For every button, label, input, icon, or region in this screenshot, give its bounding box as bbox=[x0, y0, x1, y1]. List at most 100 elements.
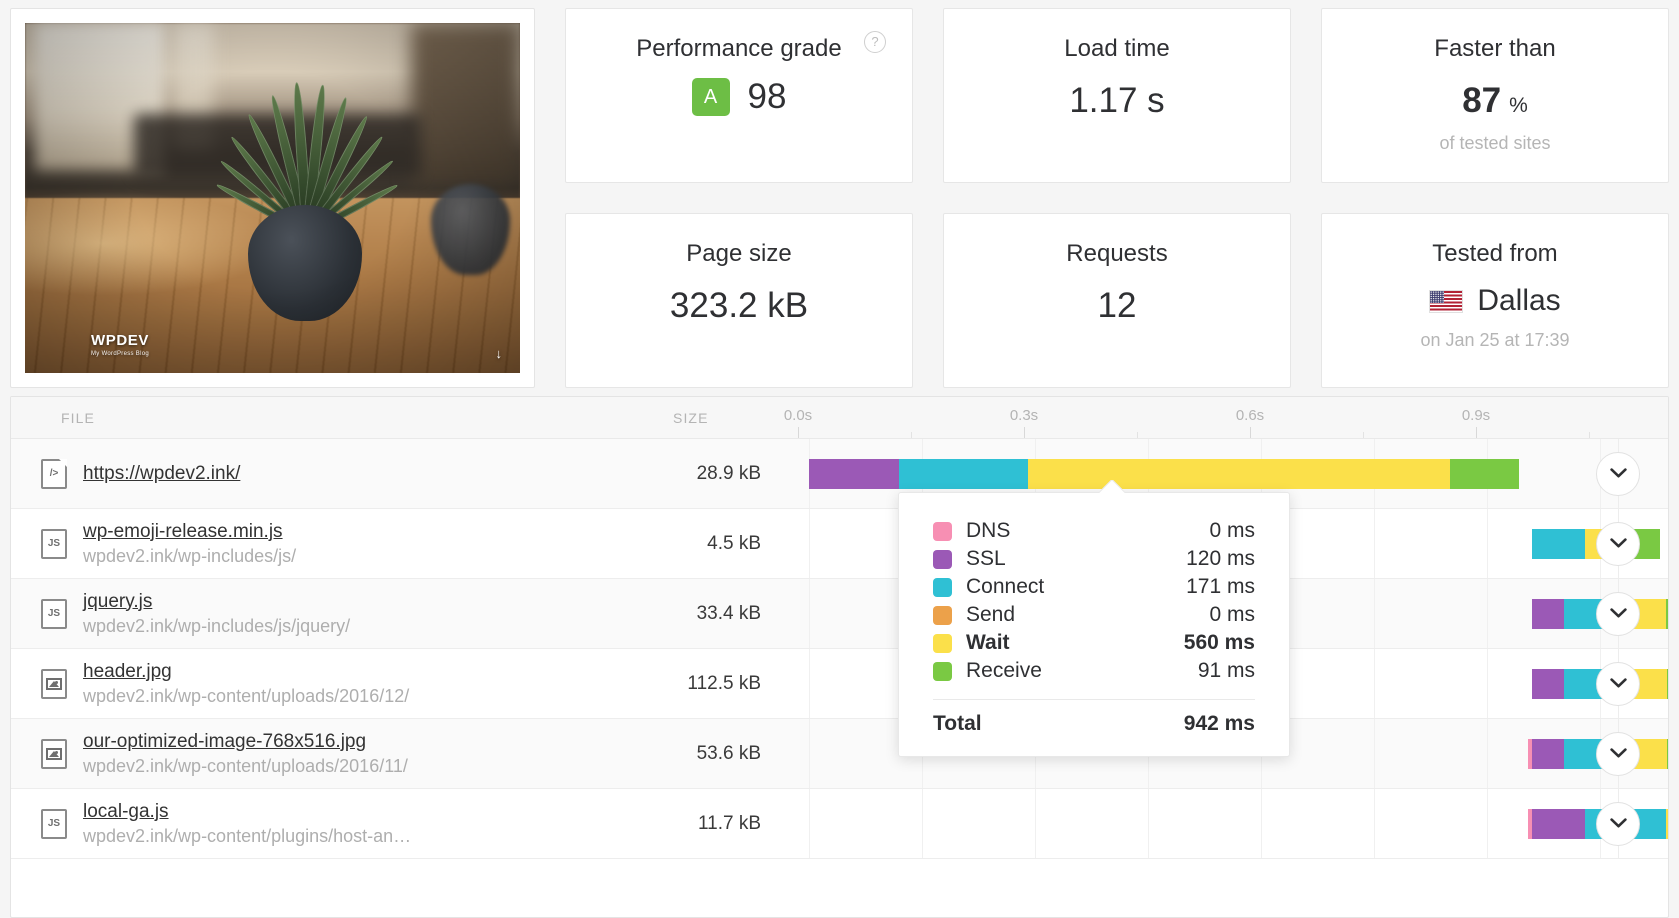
load-time-label: Load time bbox=[1064, 35, 1170, 62]
watermark-subtitle: My WordPress Blog bbox=[91, 351, 150, 357]
row-file-cell: our-optimized-image-768x516.jpg wpdev2.in… bbox=[41, 719, 641, 788]
waterfall-segment-receive[interactable] bbox=[1450, 459, 1519, 489]
phase-value: 0 ms bbox=[1209, 519, 1255, 542]
performance-grade-row: A 98 bbox=[691, 77, 786, 117]
site-screenshot[interactable]: WPDEV My WordPress Blog ↓ bbox=[25, 23, 520, 373]
phase-value: 120 ms bbox=[1186, 547, 1255, 570]
file-name-link[interactable]: wp-emoji-release.min.js bbox=[83, 521, 296, 543]
row-size-cell: 33.4 kB bbox=[696, 602, 761, 624]
grid-line bbox=[1148, 789, 1149, 858]
expand-row-button[interactable] bbox=[1596, 731, 1640, 776]
row-file-cell: JS jquery.js wpdev2.ink/wp-includes/js/jqu… bbox=[41, 579, 641, 648]
waterfall-segment-connect[interactable] bbox=[1532, 529, 1585, 559]
tested-from-row: Dallas bbox=[1429, 284, 1561, 318]
js-file-icon: JS bbox=[41, 598, 67, 629]
performance-grade-label: Performance grade bbox=[636, 35, 842, 62]
stat-card-page-size: Page size 323.2 kB bbox=[565, 213, 913, 388]
phase-value: 560 ms bbox=[1183, 631, 1255, 654]
table-row[interactable]: header.jpg wpdev2.ink/wp-content/uploads/… bbox=[11, 649, 1668, 719]
waterfall-segment-receive[interactable] bbox=[1667, 669, 1668, 699]
axis-tick-label: 0.0s bbox=[783, 407, 813, 424]
grid-line bbox=[1487, 579, 1488, 648]
axis-tick-mark bbox=[1250, 427, 1251, 438]
waterfall-bar[interactable] bbox=[809, 459, 1519, 489]
table-row[interactable]: JS local-ga.js wpdev2.ink/wp-content/plugi… bbox=[11, 789, 1668, 859]
file-name-link[interactable]: our-optimized-image-768x516.jpg bbox=[83, 731, 408, 753]
phase-label: DNS bbox=[966, 519, 1011, 542]
waterfall-segment-wait[interactable] bbox=[1028, 459, 1451, 489]
grid-line bbox=[1374, 509, 1375, 578]
row-file-names: our-optimized-image-768x516.jpg wpdev2.in… bbox=[83, 731, 408, 777]
stats-grid: Performance grade ? A 98 Load time 1.17 … bbox=[565, 8, 1669, 392]
table-row[interactable]: JS wp-emoji-release.min.js wpdev2.ink/wp-i… bbox=[11, 509, 1668, 579]
tooltip-phase-row: DNS 0 ms bbox=[933, 517, 1255, 545]
row-file-names: jquery.js wpdev2.ink/wp-includes/js/jquer… bbox=[83, 591, 350, 637]
tested-from-city: Dallas bbox=[1477, 284, 1561, 317]
grid-line bbox=[809, 579, 810, 648]
axis-tick-mark-minor bbox=[1589, 432, 1590, 438]
tooltip-total-label: Total bbox=[933, 712, 982, 735]
table-row[interactable]: JS jquery.js wpdev2.ink/wp-includes/js/jqu… bbox=[11, 579, 1668, 649]
table-row[interactable]: /> https://wpdev2.ink/28.9 kB bbox=[11, 439, 1668, 509]
stat-card-tested-from: Tested from Dallas on Jan 25 at 17:39 bbox=[1321, 213, 1669, 388]
axis-tick-mark-minor bbox=[1137, 432, 1138, 438]
expand-row-button[interactable] bbox=[1596, 801, 1640, 846]
row-file-cell: JS local-ga.js wpdev2.ink/wp-content/plugi… bbox=[41, 789, 641, 858]
site-watermark: WPDEV My WordPress Blog bbox=[91, 332, 149, 357]
table-row[interactable]: our-optimized-image-768x516.jpg wpdev2.in… bbox=[11, 719, 1668, 789]
waterfall-segment-ssl[interactable] bbox=[1532, 809, 1585, 839]
expand-row-button[interactable] bbox=[1596, 591, 1640, 636]
axis-tick-mark bbox=[798, 427, 799, 438]
expand-row-button[interactable] bbox=[1596, 451, 1640, 496]
phase-label: Connect bbox=[966, 575, 1045, 598]
grid-line bbox=[809, 789, 810, 858]
waterfall-segment-ssl[interactable] bbox=[1532, 739, 1564, 769]
tooltip-phase-row: Send 0 ms bbox=[933, 601, 1255, 629]
waterfall-segment-receive[interactable] bbox=[1665, 599, 1668, 629]
grid-line bbox=[1261, 789, 1262, 858]
phase-color-swatch bbox=[933, 605, 952, 625]
grid-line bbox=[1487, 789, 1488, 858]
column-header-size: SIZE bbox=[673, 410, 709, 426]
code-file-icon: /> bbox=[41, 458, 67, 489]
faster-than-label: Faster than bbox=[1434, 35, 1556, 62]
waterfall-segment-ssl[interactable] bbox=[1532, 669, 1564, 699]
row-size-cell: 112.5 kB bbox=[687, 672, 761, 694]
waterfall-segment-wait[interactable] bbox=[1666, 809, 1668, 839]
tested-from-label: Tested from bbox=[1432, 240, 1558, 267]
waterfall-segment-ssl[interactable] bbox=[809, 459, 900, 489]
percent-symbol: % bbox=[1509, 94, 1528, 117]
summary-section: WPDEV My WordPress Blog ↓ Performance gr… bbox=[0, 0, 1679, 392]
phase-label: Receive bbox=[966, 659, 1042, 682]
waterfall-segment-ssl[interactable] bbox=[1532, 599, 1564, 629]
waterfall-table: FILE SIZE /> https://wpdev2.ink/28.9 kB JS… bbox=[10, 396, 1669, 918]
phase-color-swatch bbox=[933, 633, 952, 653]
expand-row-button[interactable] bbox=[1596, 661, 1640, 706]
grid-line bbox=[1374, 719, 1375, 788]
image-file-icon bbox=[41, 668, 67, 699]
phase-value: 0 ms bbox=[1209, 603, 1255, 626]
row-size-cell: 53.6 kB bbox=[696, 742, 761, 764]
file-name-link[interactable]: local-ga.js bbox=[83, 801, 411, 823]
photo-vignette bbox=[25, 23, 520, 373]
file-name-link[interactable]: https://wpdev2.ink/ bbox=[83, 463, 240, 485]
row-file-cell: /> https://wpdev2.ink/ bbox=[41, 439, 641, 508]
watermark-title: WPDEV bbox=[91, 332, 150, 349]
tooltip-phase-row: SSL 120 ms bbox=[933, 545, 1255, 573]
file-name-link[interactable]: jquery.js bbox=[83, 591, 350, 613]
requests-value: 12 bbox=[1097, 286, 1137, 325]
waterfall-segment-receive[interactable] bbox=[1667, 739, 1668, 769]
axis-tick-label: 0.9s bbox=[1461, 407, 1491, 424]
phase-color-swatch bbox=[933, 521, 952, 541]
row-size-cell: 4.5 kB bbox=[707, 532, 761, 554]
tooltip-divider bbox=[933, 699, 1255, 700]
expand-row-button[interactable] bbox=[1596, 521, 1640, 566]
file-path: wpdev2.ink/wp-includes/js/jquery/ bbox=[83, 615, 351, 636]
stat-card-faster-than: Faster than 87 % of tested sites bbox=[1321, 8, 1669, 183]
question-mark-icon[interactable]: ? bbox=[864, 31, 886, 53]
grid-line bbox=[809, 649, 810, 718]
scroll-down-arrow-icon: ↓ bbox=[495, 346, 503, 361]
file-name-link[interactable]: header.jpg bbox=[83, 661, 409, 683]
waterfall-segment-connect[interactable] bbox=[899, 459, 1029, 489]
axis-tick-mark-minor bbox=[1363, 432, 1364, 438]
